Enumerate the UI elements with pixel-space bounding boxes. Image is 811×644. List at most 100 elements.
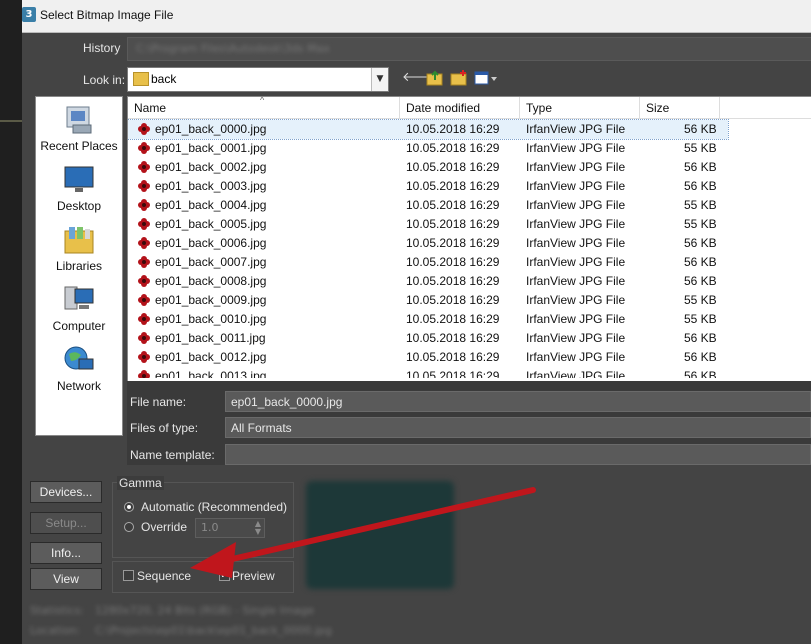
file-list[interactable]: Name ^ Date modified Type Size ep01_back… [127,96,811,381]
irfanview-file-icon [137,350,151,364]
override-radio[interactable] [124,522,134,532]
file-size: 56 KB [684,331,717,345]
file-name: ep01_back_0010.jpg [155,312,267,326]
location-label: Location: [30,624,81,637]
column-header-date[interactable]: Date modified [400,97,520,119]
history-dropdown[interactable]: C:\Program Files\Autodesk\3ds Max [127,37,811,61]
place-libraries[interactable]: Libraries [36,225,122,273]
override-label: Override [141,520,188,534]
stats-value: 1280x720, 24 Bits (RGB) - Single Image [95,604,315,617]
override-value: 1.0 [201,521,219,534]
file-type: IrfanView JPG File [526,274,626,288]
table-row[interactable]: ep01_back_0010.jpg 10.05.2018 16:29 IrfanV… [128,310,728,329]
view-menu-icon[interactable] [474,69,498,87]
file-name: ep01_back_0002.jpg [155,160,267,174]
sequence-checkbox[interactable] [123,570,134,581]
file-date: 10.05.2018 16:29 [406,274,500,288]
file-date: 10.05.2018 16:29 [406,236,500,250]
computer-icon [63,285,95,315]
place-recent-places[interactable]: Recent Places [36,105,122,153]
place-network[interactable]: Network [36,345,122,393]
file-size: 56 KB [684,236,717,250]
file-date: 10.05.2018 16:29 [406,293,500,307]
irfanview-file-icon [137,198,151,212]
file-name-input[interactable]: ep01_back_0000.jpg [225,391,811,412]
place-computer[interactable]: Computer [36,285,122,333]
location-value: C:\Projects\ep01\back\ep01_back_0000.jpg [95,624,332,637]
history-value: C:\Program Files\Autodesk\3ds Max [136,42,330,55]
files-of-type-label: Files of type: [130,421,199,435]
app-icon: 3 [22,7,36,22]
file-name: ep01_back_0003.jpg [155,179,267,193]
table-row[interactable]: ep01_back_0009.jpg 10.05.2018 16:29 IrfanV… [128,291,728,310]
file-name: ep01_back_0007.jpg [155,255,267,269]
column-header-name[interactable]: Name ^ [128,97,400,119]
info-button[interactable]: Info... [30,542,102,564]
sequence-label: Sequence [137,569,192,583]
file-size: 56 KB [684,122,717,136]
title-bar: 3 Select Bitmap Image File [22,0,811,33]
table-row[interactable]: ep01_back_0004.jpg 10.05.2018 16:29 IrfanV… [128,196,728,215]
table-row[interactable]: ep01_back_0006.jpg 10.05.2018 16:29 IrfanV… [128,234,728,253]
stats-label: Statistics: [30,604,84,617]
place-label: Network [56,379,101,393]
file-date: 10.05.2018 16:29 [406,141,500,155]
file-size: 55 KB [684,217,717,231]
file-size: 56 KB [684,160,717,174]
file-date: 10.05.2018 16:29 [406,217,500,231]
column-header-size[interactable]: Size [640,97,720,119]
file-name: ep01_back_0008.jpg [155,274,267,288]
table-row[interactable]: ep01_back_0005.jpg 10.05.2018 16:29 IrfanV… [128,215,728,234]
table-row[interactable]: ep01_back_0000.jpg 10.05.2018 16:29 IrfanV… [128,119,729,140]
table-row[interactable]: ep01_back_0002.jpg 10.05.2018 16:29 IrfanV… [128,158,728,177]
irfanview-file-icon [137,236,151,250]
chevron-down-icon[interactable]: ▼ [371,68,388,91]
look-in-dropdown[interactable]: back ▼ [127,67,389,92]
table-row[interactable]: ep01_back_0007.jpg 10.05.2018 16:29 IrfanV… [128,253,728,272]
file-name: ep01_back_0006.jpg [155,236,267,250]
place-desktop[interactable]: Desktop [36,165,122,213]
file-type: IrfanView JPG File [526,122,626,136]
file-name: ep01_back_0009.jpg [155,293,267,307]
file-name: ep01_back_0001.jpg [155,141,267,155]
irfanview-file-icon [137,179,151,193]
file-size: 55 KB [684,141,717,155]
file-name: ep01_back_0004.jpg [155,198,267,212]
spinner-arrows-icon[interactable]: ▲ ▼ [255,520,261,536]
places-bar: Recent Places Desktop Libraries Computer… [35,96,123,436]
setup-button[interactable]: Setup... [30,512,102,534]
preview-checkbox[interactable]: ✓ [219,570,230,581]
file-size: 56 KB [684,350,717,364]
back-arrow-icon[interactable]: 🡐 [402,69,437,87]
place-label: Computer [52,319,106,333]
irfanview-file-icon [137,274,151,288]
table-row[interactable]: ep01_back_0011.jpg 10.05.2018 16:29 IrfanV… [128,329,728,348]
name-template-label: Name template: [130,448,215,462]
files-of-type-select[interactable]: All Formats [225,417,811,438]
look-in-label: Look in: [83,73,126,87]
name-template-input[interactable] [225,444,811,465]
column-header-filler [720,97,811,119]
file-date: 10.05.2018 16:29 [406,350,500,364]
override-spinner[interactable]: 1.0 ▲ ▼ [195,518,265,538]
file-name: ep01_back_0011.jpg [155,331,266,345]
view-button[interactable]: View [30,568,102,590]
automatic-radio[interactable] [124,502,134,512]
gamma-title: Gamma [117,476,164,490]
table-row[interactable]: ep01_back_0012.jpg 10.05.2018 16:29 IrfanV… [128,348,728,367]
look-in-value: back [151,72,177,86]
libraries-icon [63,225,95,255]
file-name: ep01_back_0005.jpg [155,217,267,231]
table-row[interactable]: ep01_back_0008.jpg 10.05.2018 16:29 IrfanV… [128,272,728,291]
new-folder-icon[interactable] [450,69,468,87]
table-row[interactable]: ep01_back_0003.jpg 10.05.2018 16:29 IrfanV… [128,177,728,196]
devices-button[interactable]: Devices... [30,481,102,503]
file-size: 56 KB [684,255,717,269]
table-row[interactable]: ep01_back_0001.jpg 10.05.2018 16:29 IrfanV… [128,139,728,158]
irfanview-file-icon [137,217,151,231]
column-header-type[interactable]: Type [520,97,640,119]
sort-ascending-icon: ^ [260,96,265,105]
file-name: ep01_back_0000.jpg [155,122,267,136]
up-folder-icon[interactable] [426,69,444,87]
file-type: IrfanView JPG File [526,160,626,174]
